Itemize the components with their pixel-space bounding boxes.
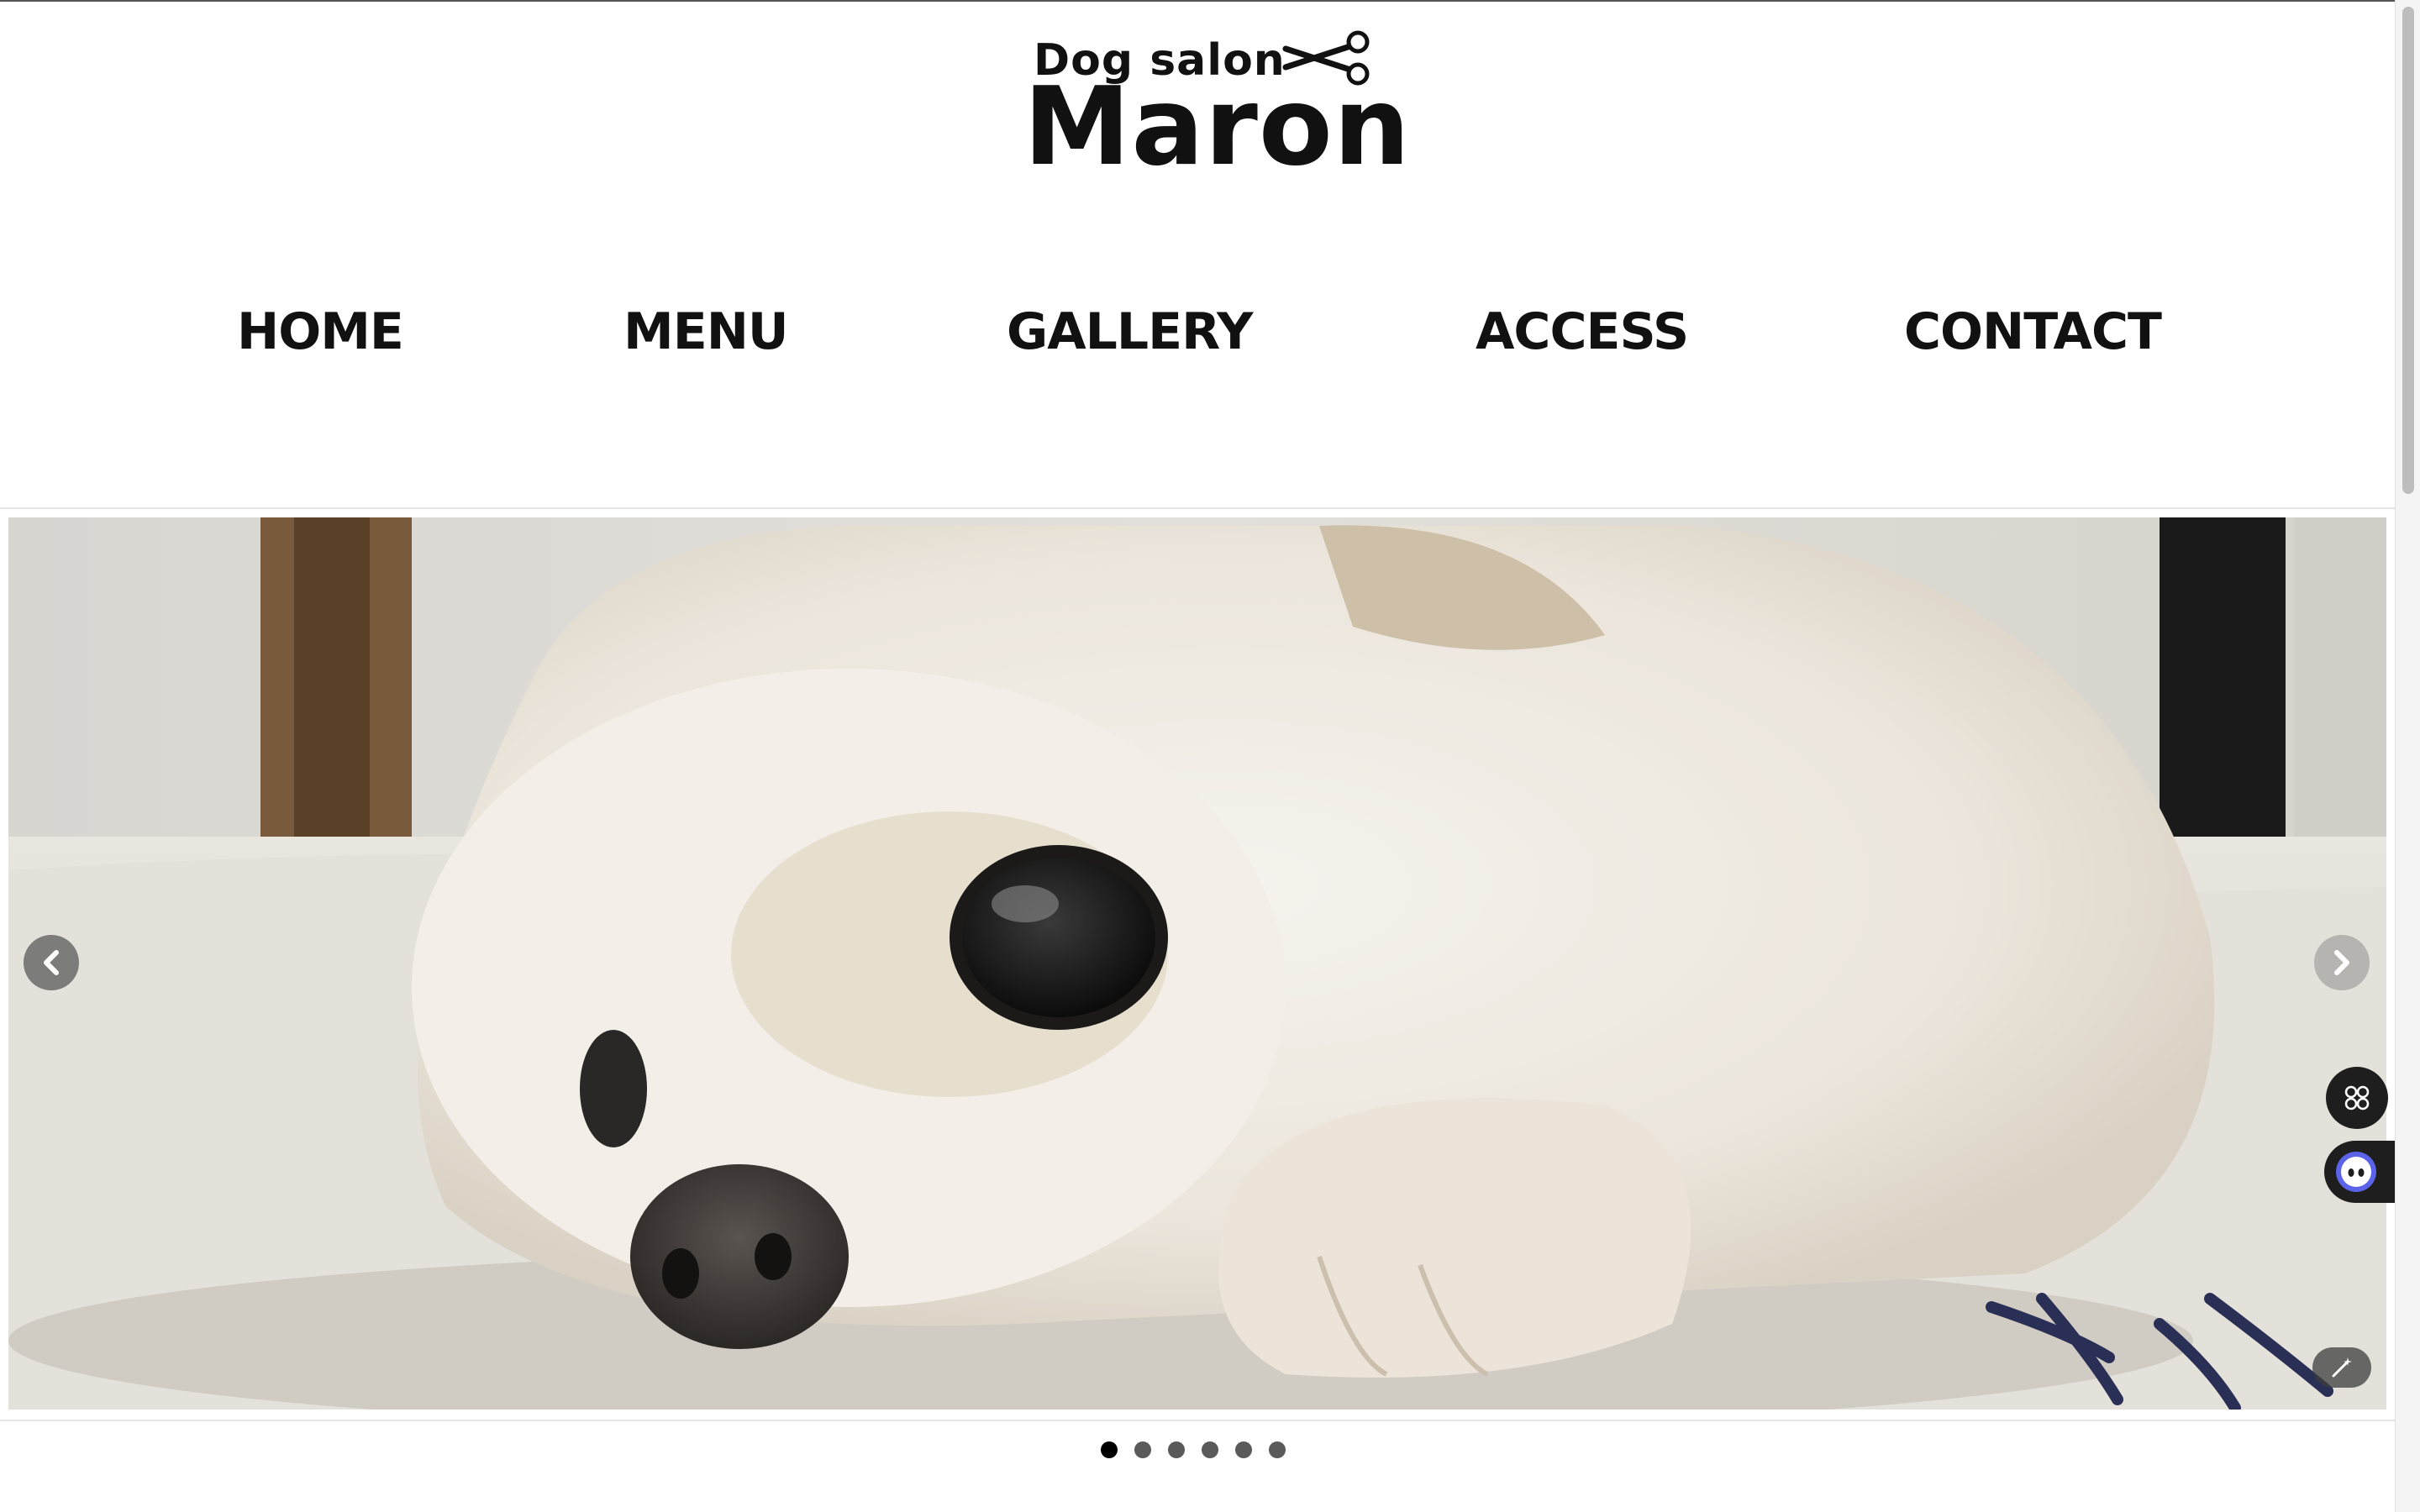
- main-nav: HOME MENU GALLERY ACCESS CONTACT: [0, 302, 2395, 386]
- site-logo[interactable]: Dog salon Maron: [1017, 30, 1410, 181]
- scrollbar-thumb[interactable]: [2402, 7, 2414, 494]
- slider-dot-5[interactable]: [1235, 1441, 1252, 1458]
- chevron-left-icon: [44, 950, 59, 975]
- nav-access[interactable]: ACCESS: [1476, 302, 1689, 361]
- slider-dot-4[interactable]: [1202, 1441, 1218, 1458]
- nav-contact[interactable]: CONTACT: [1904, 302, 2162, 361]
- top-border: [0, 0, 2420, 2]
- slider-pagination: [1101, 1441, 1286, 1462]
- slider-prev-button[interactable]: [24, 935, 79, 990]
- chevron-right-icon: [2334, 950, 2349, 975]
- command-grid-icon: [2344, 1085, 2370, 1110]
- slider-dot-1[interactable]: [1101, 1441, 1118, 1458]
- logo-title: Maron: [1023, 65, 1411, 190]
- hero-slider[interactable]: [8, 517, 2386, 1410]
- robot-face-icon: [2336, 1152, 2376, 1192]
- slider-bottom-divider: [0, 1420, 2395, 1421]
- slider-dot-2[interactable]: [1134, 1441, 1151, 1458]
- slider-dot-6[interactable]: [1269, 1441, 1286, 1458]
- vertical-scrollbar[interactable]: [2395, 0, 2420, 1512]
- white-chihuahua-lying-photo: [8, 517, 2386, 1410]
- slider-dot-3[interactable]: [1168, 1441, 1185, 1458]
- nav-home[interactable]: HOME: [237, 302, 404, 361]
- assistant-button[interactable]: [2324, 1141, 2395, 1203]
- nav-menu[interactable]: MENU: [623, 302, 789, 361]
- nav-gallery[interactable]: GALLERY: [1007, 302, 1254, 361]
- magic-wand-icon: [2332, 1357, 2352, 1378]
- command-grid-button[interactable]: [2326, 1067, 2388, 1129]
- image-edit-button[interactable]: [2312, 1347, 2371, 1388]
- header-divider: [0, 507, 2395, 509]
- slider-next-button[interactable]: [2314, 935, 2370, 990]
